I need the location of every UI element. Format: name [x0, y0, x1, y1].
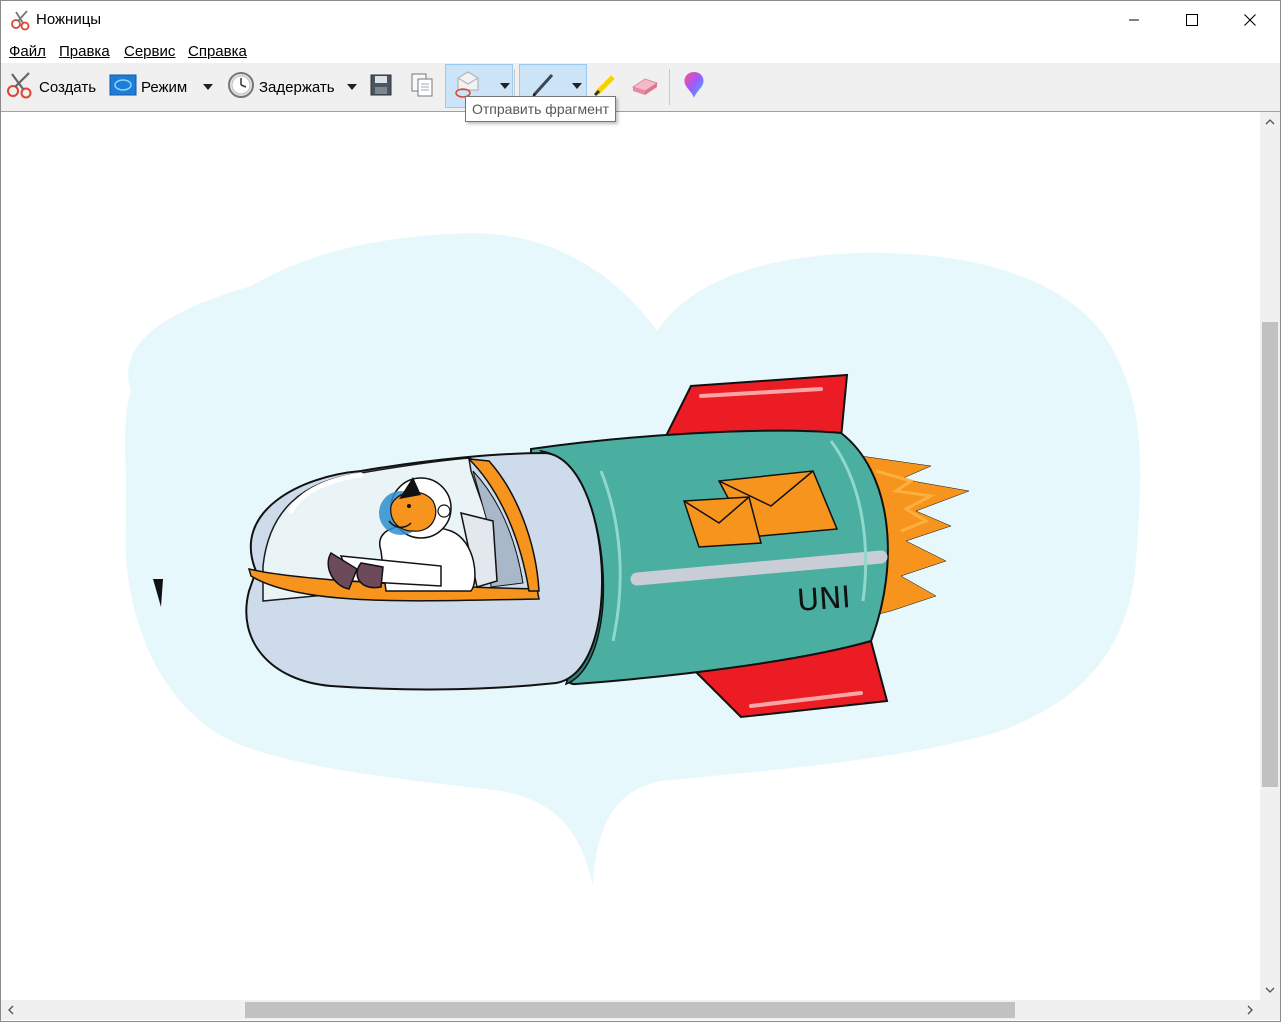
save-button[interactable]	[369, 63, 393, 111]
eraser-icon	[629, 73, 659, 101]
save-icon	[369, 73, 393, 101]
tooltip: Отправить фрагмент	[465, 96, 617, 122]
chevron-down-icon[interactable]	[572, 83, 582, 89]
close-button[interactable]	[1221, 1, 1279, 39]
mode-dropdown[interactable]	[203, 63, 213, 111]
rocket-label: UNI	[796, 580, 852, 619]
chevron-down-icon	[203, 84, 213, 90]
delay-label: Задержать	[259, 78, 335, 96]
menu-bar: Файл Правка Сервис Справка	[1, 39, 1280, 63]
scrollbar-corner	[1260, 1000, 1280, 1020]
menu-edit[interactable]: Правка	[59, 43, 110, 60]
paint3d-icon	[681, 70, 707, 104]
mode-label: Режим	[141, 78, 188, 96]
menu-file[interactable]: Файл	[9, 43, 46, 60]
delay-button[interactable]: Задержать	[227, 63, 335, 111]
eraser-button[interactable]	[629, 63, 659, 111]
copy-button[interactable]	[409, 63, 435, 111]
horizontal-scrollbar[interactable]	[1, 1000, 1260, 1020]
mode-icon	[109, 73, 137, 101]
vertical-scrollbar[interactable]	[1260, 112, 1280, 1000]
new-snip-button[interactable]: Создать	[5, 63, 96, 111]
vertical-scroll-thumb[interactable]	[1262, 322, 1278, 787]
snip-canvas[interactable]: UNI	[1, 112, 1260, 1000]
toolbar: Создать Режим Задержать	[1, 63, 1280, 112]
mode-button[interactable]: Режим	[109, 63, 187, 111]
window-title: Ножницы	[36, 11, 102, 28]
scroll-right-icon[interactable]	[1240, 1000, 1260, 1020]
scissors-icon	[10, 9, 32, 31]
scroll-down-icon[interactable]	[1260, 980, 1280, 1000]
paint3d-button[interactable]	[681, 63, 707, 111]
chevron-down-icon[interactable]	[500, 83, 510, 89]
copy-icon	[409, 72, 435, 102]
scissors-icon	[5, 70, 35, 104]
captured-image: UNI	[125, 233, 1141, 886]
chevron-down-icon	[347, 84, 357, 90]
horizontal-scroll-thumb[interactable]	[245, 1002, 1015, 1018]
minimize-button[interactable]	[1105, 1, 1163, 39]
menu-help[interactable]: Справка	[188, 43, 247, 60]
title-bar: Ножницы	[1, 1, 1280, 39]
toolbar-separator	[669, 69, 670, 105]
snipping-tool-window: Ножницы Файл Правка Сервис Справка Созда…	[0, 0, 1281, 1022]
maximize-button[interactable]	[1163, 1, 1221, 39]
scroll-up-icon[interactable]	[1260, 112, 1280, 132]
menu-tools[interactable]: Сервис	[124, 43, 175, 60]
new-snip-label: Создать	[39, 78, 97, 96]
clock-icon	[227, 71, 255, 103]
scroll-left-icon[interactable]	[1, 1000, 21, 1020]
delay-dropdown[interactable]	[347, 63, 357, 111]
